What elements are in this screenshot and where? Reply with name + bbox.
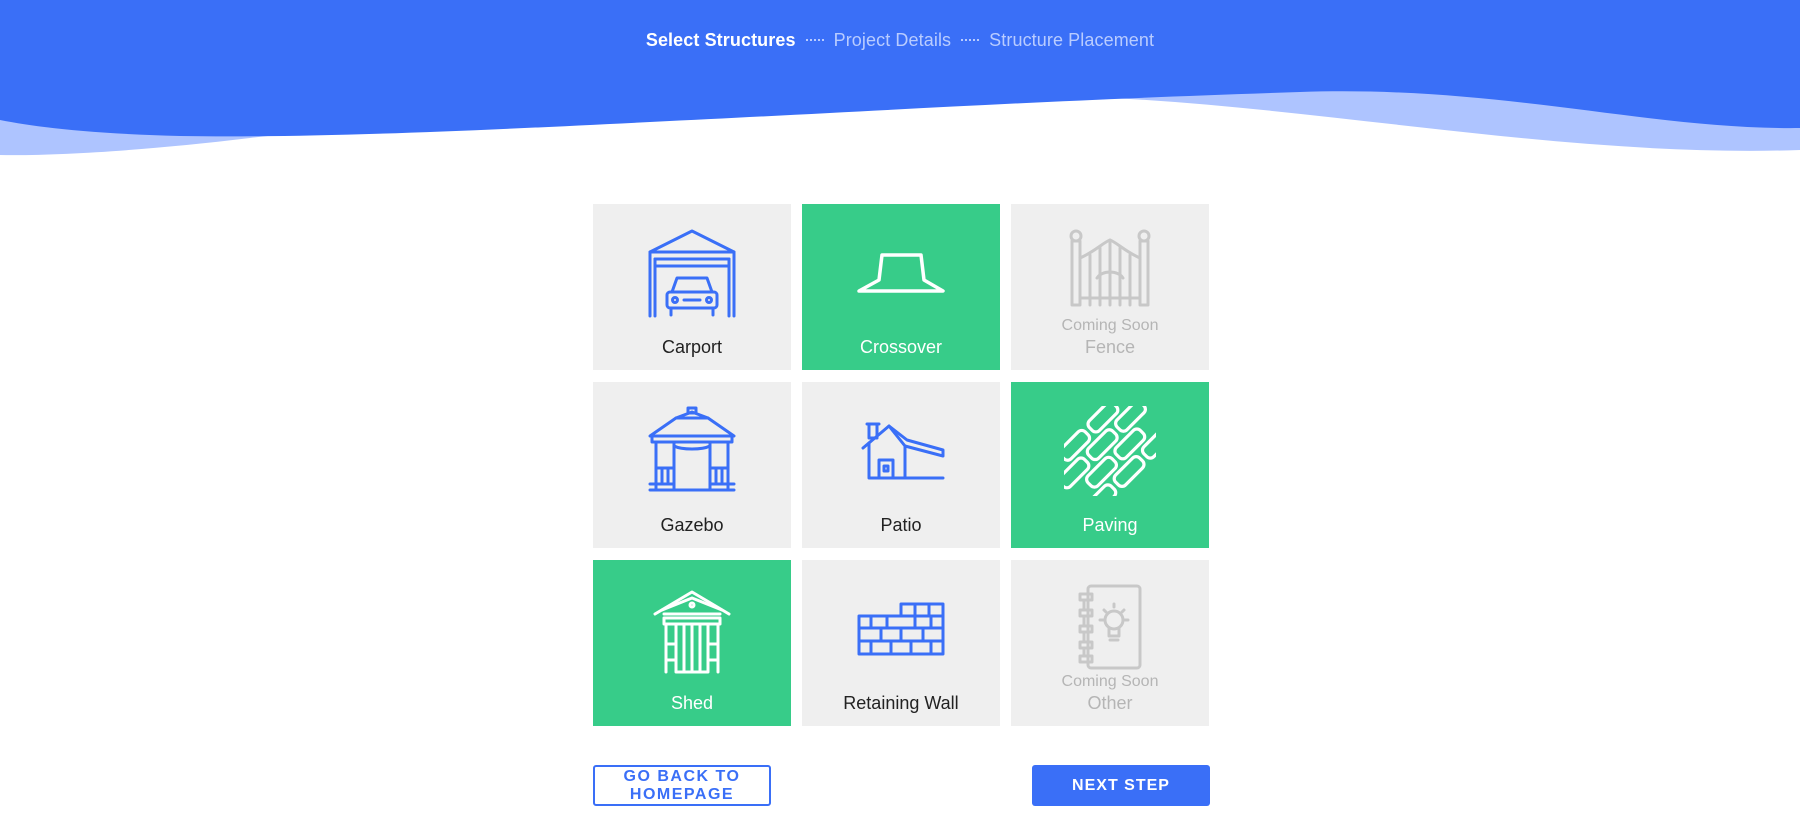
step-select-structures[interactable]: Select Structures [646, 30, 796, 51]
fence-gate-icon [1069, 229, 1151, 307]
tile-carport[interactable]: Carport [593, 204, 791, 370]
tile-shed[interactable]: Shed [593, 560, 791, 726]
coming-soon-badge: Coming Soon [1061, 317, 1159, 334]
tile-label: Other [1087, 693, 1133, 713]
tile-label: Carport [661, 337, 723, 357]
coming-soon-badge: Coming Soon [1061, 673, 1159, 690]
tile-label: Paving [1082, 515, 1138, 535]
header-wave-background [0, 0, 1800, 156]
step-separator [961, 38, 980, 41]
brick-wall-icon [857, 602, 945, 656]
crossover-icon [857, 253, 945, 293]
tile-gazebo[interactable]: Gazebo [593, 382, 791, 548]
tile-patio[interactable]: Patio [802, 382, 1000, 548]
gazebo-icon [648, 406, 736, 492]
tile-label: Crossover [859, 337, 943, 357]
tile-retaining-wall[interactable]: Retaining Wall [802, 560, 1000, 726]
header-banner: Select Structures Project Details Struct… [0, 0, 1800, 170]
tile-crossover[interactable]: Crossover [802, 204, 1000, 370]
tile-fence: Coming Soon Fence [1011, 204, 1209, 370]
tile-label: Retaining Wall [843, 693, 959, 713]
tile-label: Gazebo [660, 515, 724, 535]
patio-house-icon [861, 422, 945, 480]
shed-icon [653, 590, 731, 674]
step-separator [805, 38, 824, 41]
step-structure-placement[interactable]: Structure Placement [989, 30, 1154, 51]
tile-other: Coming Soon Other [1011, 560, 1209, 726]
tile-paving[interactable]: Paving [1011, 382, 1209, 548]
tile-label: Fence [1084, 337, 1136, 357]
tile-label: Shed [670, 693, 714, 713]
tile-label: Patio [880, 515, 922, 535]
structure-grid: Carport Crossover Coming Soon Fence Gaze… [593, 204, 1210, 726]
idea-notebook-icon [1078, 584, 1142, 670]
next-step-button[interactable]: NEXT STEP [1032, 765, 1210, 806]
step-project-details[interactable]: Project Details [834, 30, 952, 51]
go-back-homepage-button[interactable]: GO BACK TO HOMEPAGE [593, 765, 771, 806]
carport-icon [648, 229, 736, 318]
stepper: Select Structures Project Details Struct… [0, 30, 1800, 51]
paving-icon [1064, 406, 1156, 496]
